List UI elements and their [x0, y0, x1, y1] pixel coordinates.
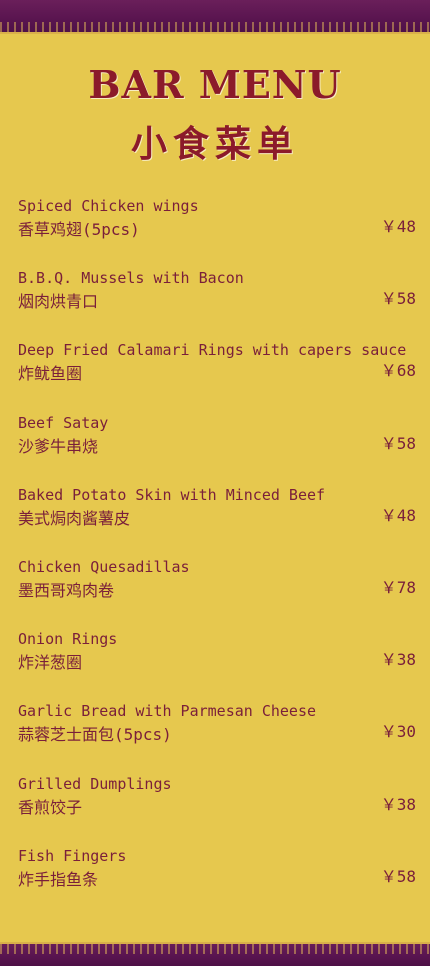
item-price: ￥58 — [380, 433, 416, 453]
item-price: ￥68 — [380, 361, 416, 381]
top-band-edge — [0, 32, 430, 34]
item-price: ￥38 — [380, 650, 416, 670]
item-name-en: Garlic Bread with Parmesan Cheese — [18, 702, 317, 721]
item-name-zh: 香草鸡翅(5pcs) — [18, 220, 140, 239]
item-name-en: Grilled Dumplings — [18, 774, 172, 793]
item-name-en: Beef Satay — [18, 413, 109, 432]
menu-item: Grilled Dumplings 香煎饺子 ￥38 — [18, 773, 416, 845]
bottom-decorative-band — [0, 942, 430, 966]
menu-item: Spiced Chicken wings 香草鸡翅(5pcs) ￥48 — [18, 195, 416, 267]
item-name-en: Chicken Quesadillas — [18, 557, 190, 576]
item-name-en: Fish Fingers — [18, 846, 127, 865]
menu-title: BAR MENU — [88, 62, 342, 107]
item-price: ￥30 — [380, 722, 416, 742]
top-decorative-band — [0, 0, 430, 34]
item-name-zh: 炸手指鱼条 — [18, 869, 99, 889]
menu-item: Fish Fingers 炸手指鱼条 ￥58 — [18, 845, 416, 917]
item-name-zh: 沙爹牛串烧 — [18, 436, 99, 456]
item-name-zh: 烟肉烘青口 — [18, 292, 99, 312]
item-name-en: Onion Rings — [18, 630, 118, 649]
item-name-zh: 墨西哥鸡肉卷 — [18, 580, 115, 600]
menu-item: Deep Fried Calamari Rings with capers sa… — [18, 339, 416, 411]
item-name-zh: 炸洋葱圈 — [18, 653, 83, 673]
item-price: ￥58 — [380, 866, 416, 886]
menu-item: Garlic Bread with Parmesan Cheese 蒜蓉芝士面包… — [18, 700, 416, 772]
item-name-zh: 香煎饺子 — [18, 797, 83, 817]
menu-item: Baked Potato Skin with Minced Beef 美式焗肉酱… — [18, 484, 416, 556]
item-name-en: Deep Fried Calamari Rings with capers sa… — [18, 341, 407, 360]
item-name-en: Spiced Chicken wings — [18, 197, 199, 215]
item-name-zh: 炸鱿鱼圈 — [18, 364, 83, 384]
item-name-zh: 蒜蓉芝士面包(5pcs) — [18, 725, 172, 745]
item-price: ￥38 — [380, 794, 416, 814]
item-name-zh: 美式焗肉酱薯皮 — [18, 508, 131, 528]
menu-item-list: Spiced Chicken wings 香草鸡翅(5pcs) ￥48 B.B.… — [18, 195, 416, 917]
menu-subtitle: 小食菜单 — [130, 123, 299, 165]
menu-item: Onion Rings 炸洋葱圈 ￥38 — [18, 628, 416, 700]
item-price: ￥48 — [380, 217, 416, 236]
menu-item: Chicken Quesadillas 墨西哥鸡肉卷 ￥78 — [18, 556, 416, 628]
item-name-en: Baked Potato Skin with Minced Beef — [18, 485, 326, 504]
item-name-en: B.B.Q. Mussels with Bacon — [18, 269, 244, 288]
bottom-band-edge — [0, 942, 430, 944]
item-price: ￥58 — [380, 289, 416, 309]
item-price: ￥48 — [380, 505, 416, 525]
item-price: ￥78 — [380, 577, 416, 597]
menu-item: Beef Satay 沙爹牛串烧 ￥58 — [18, 412, 416, 484]
menu-item: B.B.Q. Mussels with Bacon 烟肉烘青口 ￥58 — [18, 267, 416, 339]
